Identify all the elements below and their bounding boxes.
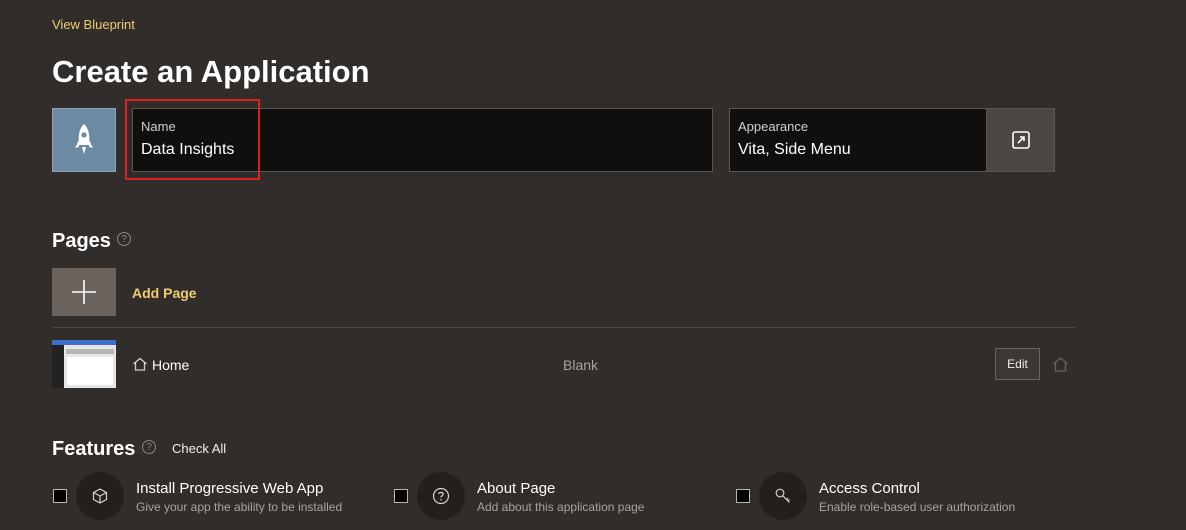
page-row: Home Blank Edit [52,340,1076,388]
page-type: Blank [563,357,599,373]
pages-divider [52,327,1076,328]
about-feature-description: Add about this application page [477,500,645,514]
add-page-link[interactable]: Add Page [132,285,197,301]
pwa-checkbox[interactable] [53,489,67,503]
check-all-link[interactable]: Check All [172,441,226,456]
set-home-icon[interactable] [1052,356,1069,377]
question-icon [432,487,450,505]
pages-heading: Pages [52,230,111,252]
view-blueprint-link[interactable]: View Blueprint [52,17,135,32]
access-control-checkbox[interactable] [736,489,750,503]
about-feature-icon-wrap [417,472,465,520]
cube-icon [92,488,108,504]
pwa-feature-description: Give your app the ability to be installe… [136,500,343,514]
home-outline-icon [132,357,148,376]
appearance-value: Vita, Side Menu [738,141,851,158]
features-help-icon[interactable]: ? [142,440,156,454]
key-icon [775,488,790,503]
access-feature-icon-wrap [759,472,807,520]
pages-help-icon[interactable]: ? [117,232,131,246]
about-page-checkbox[interactable] [394,489,408,503]
name-field[interactable]: Name Data Insights [132,108,713,172]
plus-icon [72,280,96,304]
appearance-open-button[interactable] [986,108,1055,172]
pwa-feature-icon-wrap [76,472,124,520]
page-title: Create an Application [52,54,370,89]
edit-page-button[interactable]: Edit [995,348,1040,380]
about-feature-title[interactable]: About Page [477,480,555,497]
add-page-tile[interactable] [52,268,116,316]
name-label: Name [141,119,176,134]
pwa-feature-title[interactable]: Install Progressive Web App [136,480,323,497]
page-thumbnail [52,340,116,388]
app-icon-button[interactable] [52,108,116,172]
features-heading: Features [52,438,136,460]
page-name[interactable]: Home [152,357,189,373]
name-value: Data Insights [141,141,235,158]
access-feature-description: Enable role-based user authorization [819,500,1016,514]
appearance-label: Appearance [738,119,809,134]
external-open-icon [1011,131,1030,149]
access-feature-title[interactable]: Access Control [819,480,920,497]
appearance-field[interactable]: Appearance Vita, Side Menu [729,108,987,172]
rocket-icon [75,124,93,154]
